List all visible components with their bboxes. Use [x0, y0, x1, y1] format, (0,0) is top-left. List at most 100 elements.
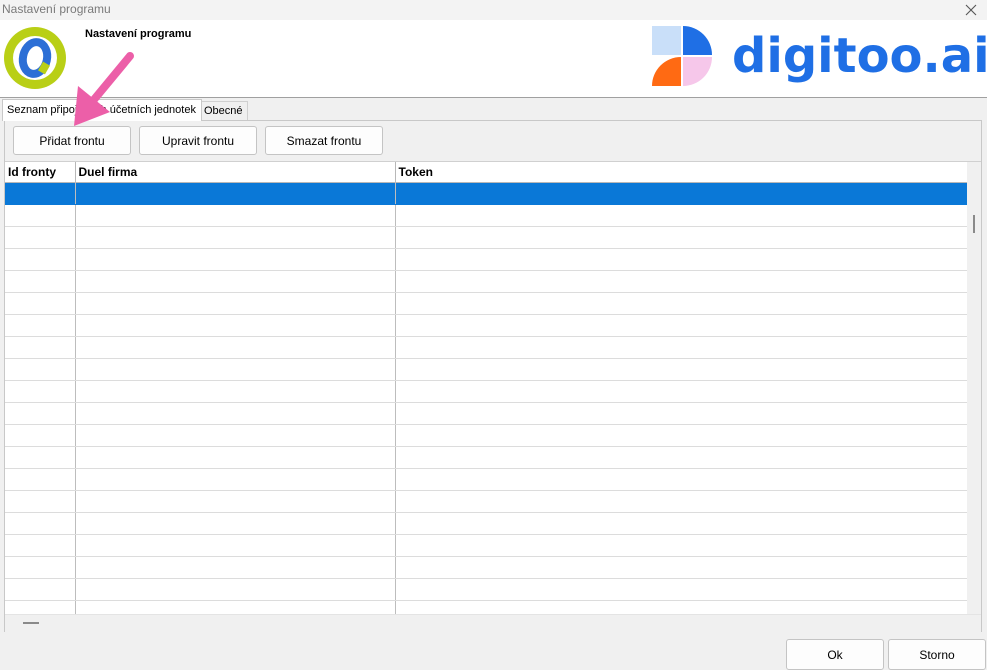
table-row[interactable] — [5, 270, 967, 293]
table-cell[interactable] — [395, 468, 967, 491]
table-cell[interactable] — [5, 490, 76, 513]
table-cell[interactable] — [75, 446, 396, 469]
table-cell[interactable] — [5, 402, 76, 425]
table-cell[interactable] — [75, 468, 396, 491]
table-row[interactable] — [5, 292, 967, 315]
table-cell[interactable] — [75, 402, 396, 425]
horizontal-scrollbar[interactable] — [5, 614, 981, 632]
table-cell[interactable] — [395, 446, 967, 469]
table-cell[interactable] — [395, 424, 967, 447]
column-header-queue-id[interactable]: Id fronty — [5, 162, 76, 183]
table-cell[interactable] — [5, 248, 76, 271]
table-cell[interactable] — [75, 380, 396, 403]
table-row[interactable] — [5, 512, 967, 535]
table-row[interactable] — [5, 248, 967, 271]
table-cell[interactable] — [395, 556, 967, 579]
table-cell[interactable] — [395, 226, 967, 249]
table-cell[interactable] — [75, 270, 396, 293]
table-cell[interactable] — [395, 402, 967, 425]
table-row[interactable] — [5, 490, 967, 513]
table-row[interactable] — [5, 314, 967, 337]
header-title: Nastavení programu — [85, 28, 192, 40]
table-row[interactable] — [5, 204, 967, 227]
table-cell[interactable] — [75, 336, 396, 359]
table-cell[interactable] — [5, 468, 76, 491]
table-row[interactable] — [5, 380, 967, 403]
table-row[interactable] — [5, 446, 967, 469]
column-header-token[interactable]: Token — [395, 162, 967, 183]
table-cell[interactable] — [75, 248, 396, 271]
table-cell[interactable] — [395, 490, 967, 513]
table-cell[interactable] — [75, 534, 396, 557]
table-cell[interactable] — [395, 380, 967, 403]
vertical-scrollbar[interactable] — [967, 162, 981, 614]
table-row[interactable] — [5, 336, 967, 359]
table-cell[interactable] — [5, 556, 76, 579]
table-cell[interactable] — [75, 490, 396, 513]
table-cell[interactable] — [5, 534, 76, 557]
window-titlebar: Nastavení programu — [0, 0, 987, 20]
table-cell[interactable] — [5, 204, 76, 227]
table-cell[interactable] — [75, 292, 396, 315]
table-row[interactable] — [5, 534, 967, 557]
delete-queue-button[interactable]: Smazat frontu — [265, 126, 383, 155]
queue-grid[interactable]: Id fronty Duel firma Token — [5, 162, 967, 614]
table-cell[interactable] — [5, 270, 76, 293]
cancel-button[interactable]: Storno — [888, 639, 986, 670]
table-row[interactable] — [5, 578, 967, 601]
table-cell[interactable] — [395, 314, 967, 337]
table-cell[interactable] — [395, 204, 967, 227]
table-row[interactable] — [5, 182, 967, 205]
table-cell[interactable] — [5, 226, 76, 249]
table-cell[interactable] — [5, 182, 76, 205]
table-cell[interactable] — [395, 270, 967, 293]
table-cell[interactable] — [5, 380, 76, 403]
tab-general[interactable]: Obecné — [199, 101, 248, 120]
table-cell[interactable] — [395, 600, 967, 614]
tab-connected-units[interactable]: Seznam připojených účetních jednotek — [2, 99, 202, 121]
table-cell[interactable] — [75, 512, 396, 535]
table-cell[interactable] — [5, 600, 76, 614]
brand-name: digitoo.ai — [732, 28, 987, 84]
table-cell[interactable] — [5, 512, 76, 535]
table-row[interactable] — [5, 468, 967, 491]
table-cell[interactable] — [395, 292, 967, 315]
table-cell[interactable] — [75, 204, 396, 227]
toolbar: Přidat frontu Upravit frontu Smazat fron… — [5, 121, 981, 162]
table-row[interactable] — [5, 358, 967, 381]
table-row[interactable] — [5, 226, 967, 249]
table-cell[interactable] — [75, 578, 396, 601]
table-cell[interactable] — [5, 336, 76, 359]
column-header-duel-company[interactable]: Duel firma — [75, 162, 396, 183]
table-row[interactable] — [5, 402, 967, 425]
table-cell[interactable] — [75, 556, 396, 579]
ok-button[interactable]: Ok — [786, 639, 884, 670]
vertical-scroll-thumb[interactable] — [973, 215, 975, 233]
table-cell[interactable] — [395, 182, 967, 205]
table-cell[interactable] — [5, 446, 76, 469]
table-row[interactable] — [5, 424, 967, 447]
table-cell[interactable] — [5, 292, 76, 315]
table-cell[interactable] — [395, 248, 967, 271]
table-cell[interactable] — [5, 358, 76, 381]
table-cell[interactable] — [75, 600, 396, 614]
table-cell[interactable] — [395, 534, 967, 557]
edit-queue-button[interactable]: Upravit frontu — [139, 126, 257, 155]
table-row[interactable] — [5, 556, 967, 579]
table-cell[interactable] — [5, 578, 76, 601]
table-cell[interactable] — [5, 424, 76, 447]
table-cell[interactable] — [395, 358, 967, 381]
horizontal-scroll-thumb[interactable] — [23, 622, 39, 624]
table-cell[interactable] — [75, 424, 396, 447]
table-cell[interactable] — [75, 226, 396, 249]
table-cell[interactable] — [75, 314, 396, 337]
table-cell[interactable] — [395, 336, 967, 359]
table-cell[interactable] — [395, 512, 967, 535]
table-cell[interactable] — [75, 358, 396, 381]
table-cell[interactable] — [75, 182, 396, 205]
table-cell[interactable] — [5, 314, 76, 337]
add-queue-button[interactable]: Přidat frontu — [13, 126, 131, 155]
close-icon[interactable] — [959, 0, 983, 20]
table-cell[interactable] — [395, 578, 967, 601]
table-row[interactable] — [5, 600, 967, 614]
